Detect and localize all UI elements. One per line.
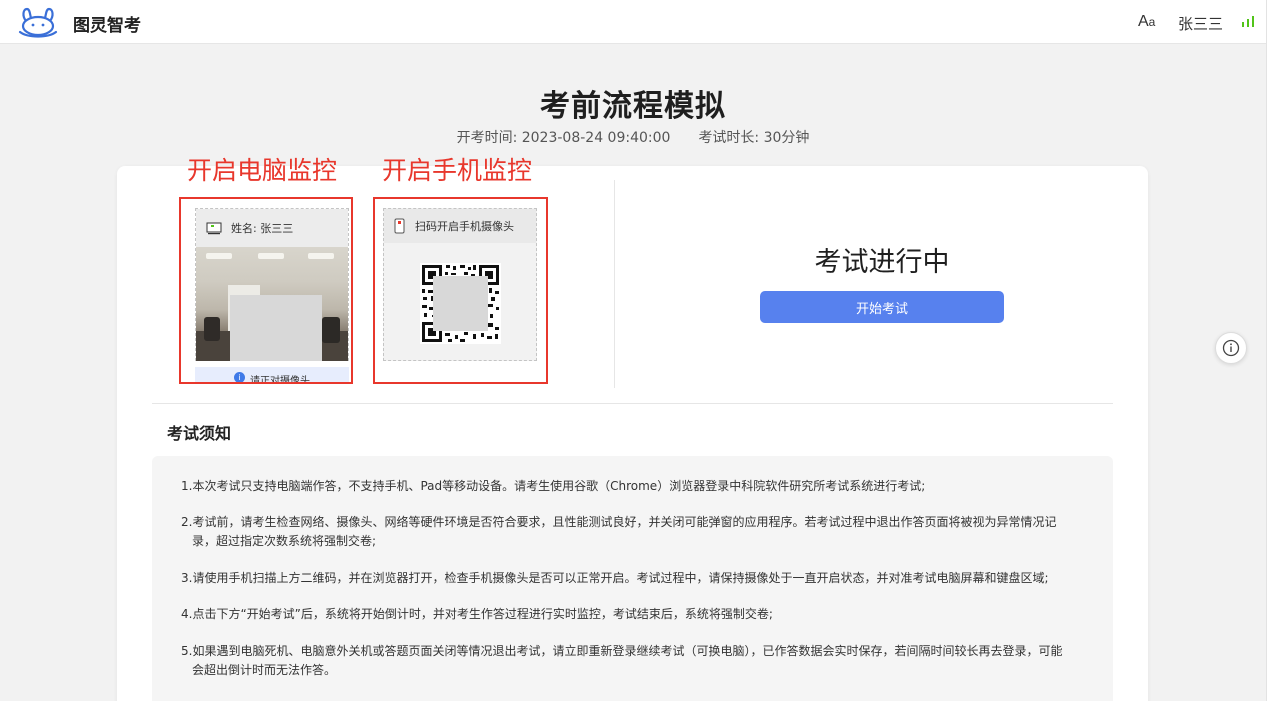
notice-rule: 1.本次考试只支持电脑端作答，不支持手机、Pad等移动设备。请考生使用谷歌（Ch…: [181, 477, 1091, 496]
notice-rule-line: 2.考试前，请考生检查网络、摄像头、网络等硬件环境是否符合要求，且性能测试良好，…: [181, 515, 1057, 529]
start-exam-button[interactable]: 开始考试: [760, 291, 1004, 323]
notice-rule-line: 5.如果遇到电脑死机、电脑意外关机或答题页面关闭等情况退出考试，请立即重新登录继…: [181, 644, 1063, 658]
exam-status: 考试进行中: [814, 247, 950, 278]
horizontal-divider: [152, 403, 1113, 404]
info-circle-icon: [1222, 339, 1240, 357]
user-name[interactable]: 张三三: [1178, 13, 1223, 34]
network-signal-icon: [1242, 16, 1254, 27]
annotation-box-pc: [179, 197, 353, 384]
font-size-toggle[interactable]: Aa: [1138, 13, 1155, 31]
notice-rule: 5.如果遇到电脑死机、电脑意外关机或答题页面关闭等情况退出考试，请立即重新登录继…: [181, 642, 1091, 680]
top-header: 图灵智考 Aa 张三三: [0, 0, 1268, 44]
notice-rule: 3.请使用手机扫描上方二维码，并在浏览器打开，检查手机摄像头是否可以正常开启。考…: [181, 569, 1091, 588]
notice-rule: 4.点击下方“开始考试”后，系统将开始倒计时，并对考生作答过程进行实时监控，考试…: [181, 605, 1091, 624]
annotation-box-phone: [373, 197, 548, 384]
font-toggle-small: a: [1148, 15, 1156, 29]
exam-meta: 开考时间: 2023-08-24 09:40:00 考试时长: 30分钟: [0, 127, 1266, 147]
notice-rule: 2.考试前，请考生检查网络、摄像头、网络等硬件环境是否符合要求，且性能测试良好，…: [181, 513, 1091, 551]
notice-rule-line: 3.请使用手机扫描上方二维码，并在浏览器打开，检查手机摄像头是否可以正常开启。考…: [181, 571, 1049, 585]
font-toggle-main: A: [1138, 13, 1149, 30]
vertical-divider: [614, 180, 615, 388]
annotation-pc-monitor: 开启电脑监控: [187, 156, 338, 185]
rabbit-logo-icon: [18, 7, 58, 38]
notice-rule-line: 1.本次考试只支持电脑端作答，不支持手机、Pad等移动设备。请考生使用谷歌（Ch…: [181, 479, 926, 493]
brand-name: 图灵智考: [73, 16, 141, 36]
annotation-phone-monitor: 开启手机监控: [382, 156, 533, 185]
page-title: 考前流程模拟: [540, 89, 726, 124]
info-float-button[interactable]: [1215, 332, 1247, 364]
exam-duration: 考试时长: 30分钟: [698, 130, 810, 146]
exam-start-time: 开考时间: 2023-08-24 09:40:00: [456, 130, 671, 146]
notice-rule-line: 录，超过指定次数系统将强制交卷;: [192, 534, 377, 548]
notice-title: 考试须知: [167, 424, 232, 443]
notice-rule-line: 会超出倒计时而无法作答。: [192, 663, 337, 677]
notice-rule-line: 4.点击下方“开始考试”后，系统将开始倒计时，并对考生作答过程进行实时监控，考试…: [181, 607, 773, 621]
